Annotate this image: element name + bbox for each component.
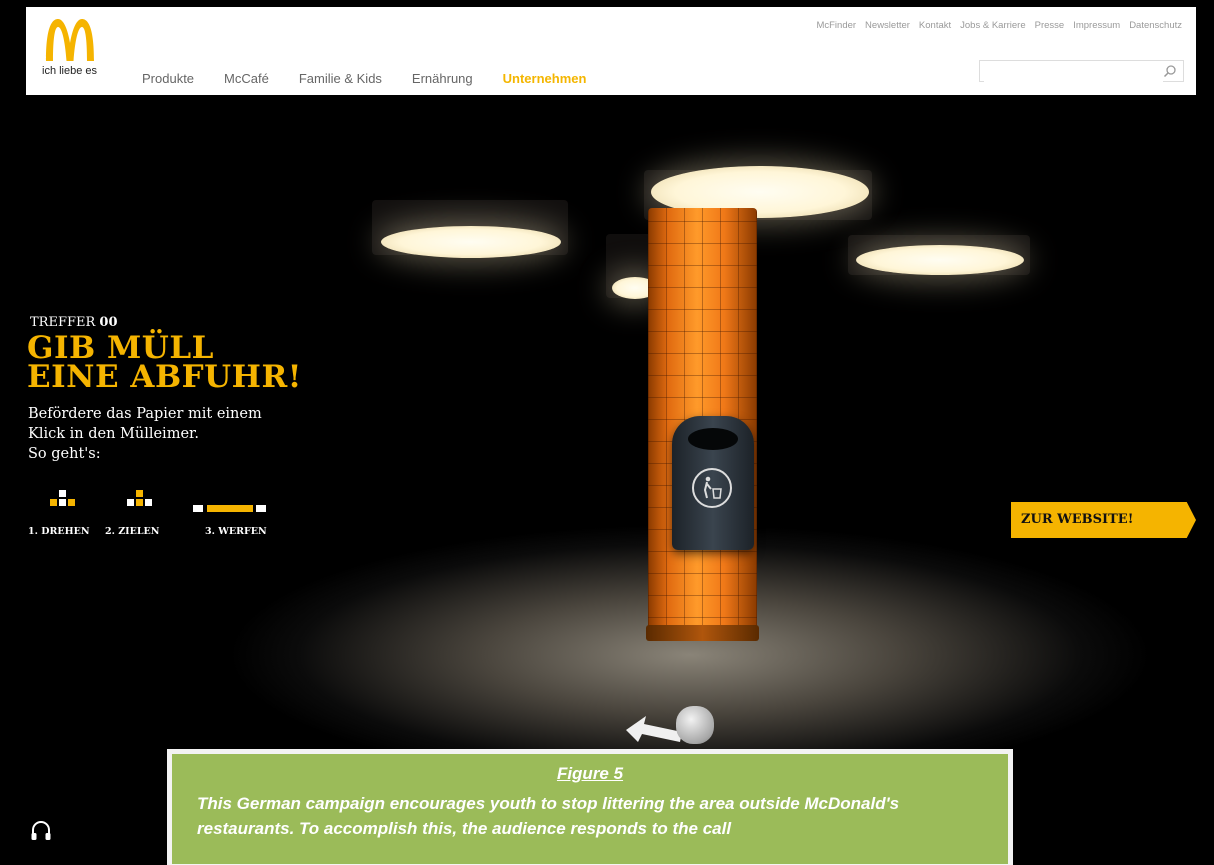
utility-nav: McFinder Newsletter Kontakt Jobs & Karri… [807, 20, 1182, 31]
caption-title: Figure 5 [556, 764, 624, 783]
util-mcfinder[interactable]: McFinder [816, 20, 856, 31]
logo[interactable]: ich liebe es [42, 17, 112, 83]
nav-ernaehrung[interactable]: Ernährung [412, 71, 473, 86]
mcdonalds-golden-arches-icon [46, 19, 94, 61]
headline-line-2: EINE ABFUHR! [27, 359, 302, 395]
ceiling-lamp [381, 226, 561, 258]
search-input[interactable] [984, 62, 1163, 82]
util-datenschutz[interactable]: Datenschutz [1129, 20, 1182, 31]
instruction-line: Befördere das Papier mit einem [28, 406, 262, 422]
instruction-line: Klick in den Mülleimer. [28, 426, 199, 442]
figure-caption: Figure 5 This German campaign encourages… [167, 749, 1013, 865]
score-value: 00 [99, 315, 118, 330]
litter-symbol-icon [692, 468, 732, 508]
throw-direction-arrow-icon [626, 716, 682, 742]
nav-unternehmen[interactable]: Unternehmen [503, 71, 587, 86]
caption-text: This German campaign encourages youth to… [197, 794, 900, 838]
headphones-icon[interactable] [30, 820, 52, 842]
site-header: ich liebe es Produkte McCafé Familie & K… [26, 7, 1196, 95]
step-label-aim: 2. ZIELEN [105, 526, 160, 537]
bin-opening [688, 428, 738, 450]
game-instructions: Befördere das Papier mit einem Klick in … [28, 404, 262, 464]
game-stage[interactable]: ich liebe es Produkte McCafé Familie & K… [0, 0, 1214, 865]
nav-produkte[interactable]: Produkte [142, 71, 194, 86]
trash-bin[interactable] [672, 416, 754, 550]
tagline: ich liebe es [42, 65, 98, 77]
score-label: TREFFER [30, 315, 96, 330]
pillar-base [646, 625, 759, 641]
util-newsletter[interactable]: Newsletter [865, 20, 910, 31]
cta-label: ZUR WEBSITE! [1021, 512, 1134, 527]
nav-mccafe[interactable]: McCafé [224, 71, 269, 86]
ceiling-lamp [856, 245, 1024, 275]
nav-familie-kids[interactable]: Familie & Kids [299, 71, 382, 86]
search-icon[interactable] [1163, 64, 1177, 78]
instruction-line: So geht's: [28, 446, 101, 462]
step-label-throw: 3. WERFEN [205, 526, 267, 537]
util-impressum[interactable]: Impressum [1073, 20, 1120, 31]
util-kontakt[interactable]: Kontakt [919, 20, 951, 31]
game-headline: GIB MÜLL EINE ABFUHR! [27, 333, 302, 395]
util-presse[interactable]: Presse [1035, 20, 1065, 31]
score-display: TREFFER 00 [30, 315, 118, 330]
paper-ball[interactable] [676, 706, 714, 744]
zur-website-button[interactable]: ZUR WEBSITE! [1011, 502, 1196, 538]
main-nav: Produkte McCafé Familie & Kids Ernährung… [142, 71, 616, 86]
search-box [979, 60, 1184, 82]
step-label-rotate: 1. DREHEN [28, 526, 90, 537]
util-jobs-karriere[interactable]: Jobs & Karriere [960, 20, 1025, 31]
